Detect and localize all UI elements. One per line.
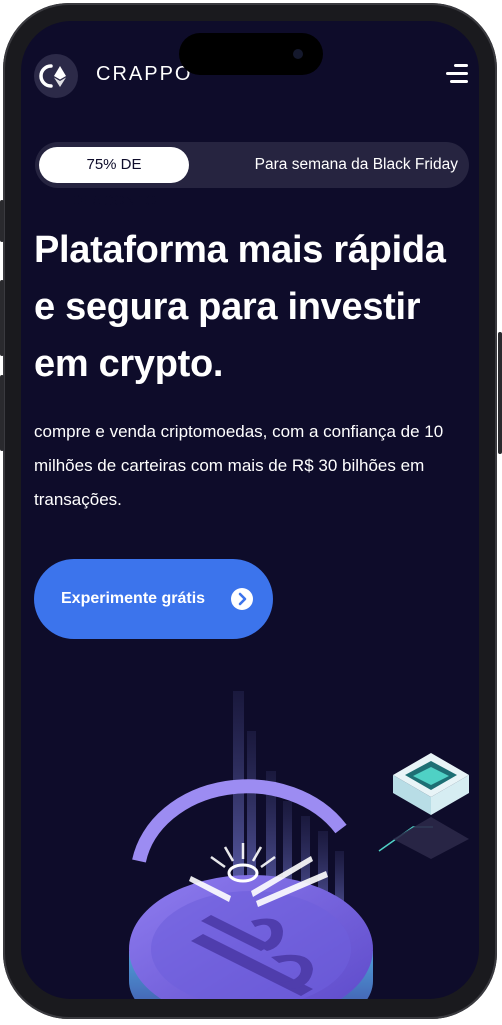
discount-badge: 75% DE DESCONTO xyxy=(39,147,189,209)
brand-name: CRAPPO xyxy=(96,63,193,85)
hero-title: Plataforma mais rápida e segura para inv… xyxy=(34,229,446,385)
try-free-label: Experimente grátis xyxy=(61,590,206,607)
volume-down-button xyxy=(0,375,4,451)
hero-subtitle: compre e venda criptomoedas, com a confi… xyxy=(34,422,444,509)
camera-icon xyxy=(293,49,303,59)
ethereum-logo-icon xyxy=(39,64,66,88)
crypto-coin-illustration xyxy=(129,691,469,999)
chevron-right-circle-icon xyxy=(231,588,253,610)
screen: CRAPPO 75% DE DESCONTO Para semana da Bl… xyxy=(21,21,479,999)
volume-up-button xyxy=(0,280,4,356)
power-button xyxy=(498,332,502,454)
hamburger-menu-icon[interactable] xyxy=(444,64,468,84)
promo-text: Para semana da Black Friday xyxy=(254,156,458,173)
logo[interactable] xyxy=(34,54,78,98)
dynamic-island xyxy=(179,33,323,75)
promo-banner[interactable]: 75% DE DESCONTO Para semana da Black Fri… xyxy=(35,142,469,209)
try-free-button[interactable]: Experimente grátis xyxy=(34,559,273,639)
action-button xyxy=(0,200,4,242)
